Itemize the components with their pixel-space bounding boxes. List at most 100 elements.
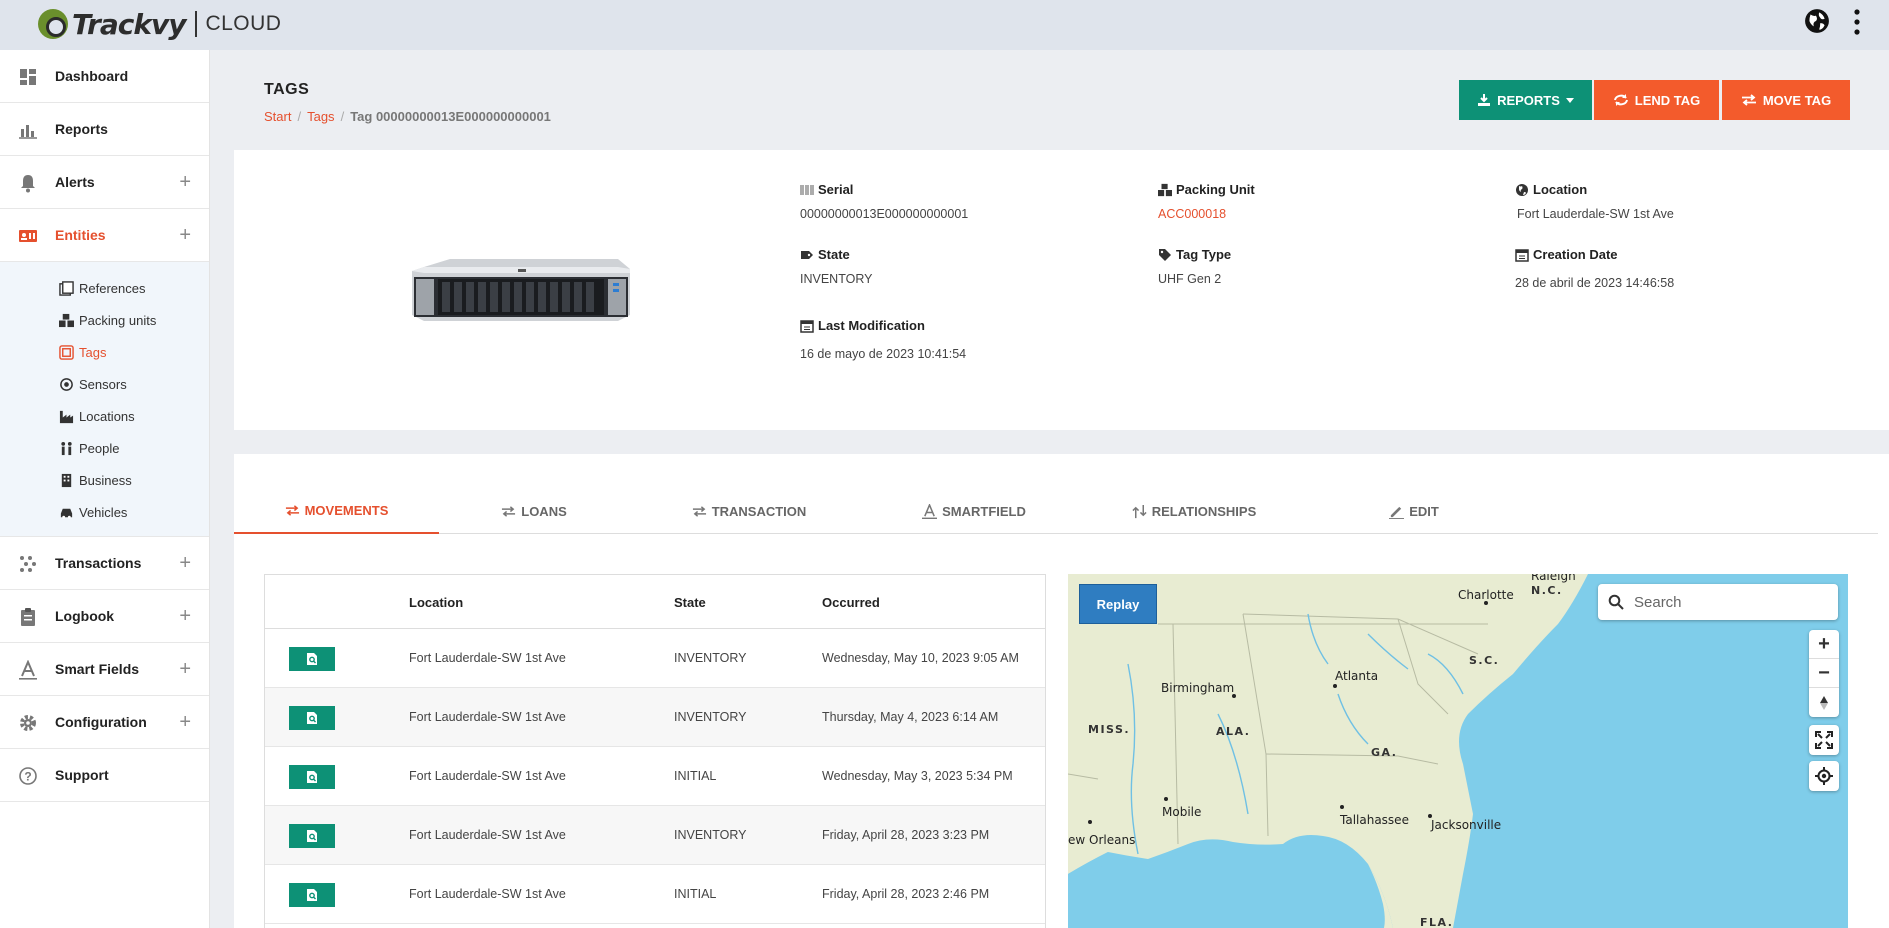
reports-button[interactable]: REPORTS	[1459, 80, 1592, 120]
sidebar-subitem-vehicles[interactable]: Vehicles	[0, 496, 209, 528]
view-details-button[interactable]	[289, 883, 335, 907]
cell-state: INITIAL	[674, 769, 717, 783]
tab-label: SMARTFIELD	[942, 503, 1026, 519]
sidebar-subitem-packing-units[interactable]: Packing units	[0, 304, 209, 336]
sidebar-item-reports[interactable]: Reports	[0, 103, 209, 156]
cell-location: Fort Lauderdale-SW 1st Ave	[409, 828, 566, 842]
bell-icon	[21, 175, 35, 193]
view-details-button[interactable]	[289, 706, 335, 730]
sidebar-subitem-locations[interactable]: Locations	[0, 400, 209, 432]
sidebar-subitem-business[interactable]: Business	[0, 464, 209, 496]
map-view[interactable]: Replay + − Raleigh Charlotte N.C. S.C. B…	[1068, 574, 1848, 928]
reset-bearing-button[interactable]	[1809, 688, 1839, 717]
column-header-location[interactable]: Location	[409, 595, 463, 610]
svg-text:?: ?	[24, 770, 31, 784]
movements-card: MOVEMENTS LOANS TRANSACTION SMARTFIELD R…	[234, 454, 1889, 928]
boxes-icon	[59, 313, 74, 328]
view-details-button[interactable]	[289, 824, 335, 848]
expand-icon[interactable]: +	[179, 551, 191, 575]
tag-icon	[59, 345, 74, 360]
location-field: Location Fort Lauderdale-SW 1st Ave	[1515, 182, 1674, 221]
map-search-box[interactable]	[1598, 584, 1838, 620]
sidebar-item-entities[interactable]: Entities +	[0, 209, 209, 262]
sidebar-item-transactions[interactable]: Transactions +	[0, 537, 209, 590]
tab-loans[interactable]: LOANS	[459, 488, 609, 534]
file-search-icon	[307, 889, 317, 901]
map-label-sc: S.C.	[1469, 654, 1500, 667]
app-logo[interactable]: Trackvy CLOUD	[38, 6, 281, 42]
kebab-menu-icon[interactable]	[1852, 8, 1862, 36]
bar-chart-icon	[19, 125, 37, 139]
tab-label: TRANSACTION	[711, 503, 807, 519]
column-header-state[interactable]: State	[674, 595, 706, 610]
column-header-occurred[interactable]: Occurred	[822, 595, 880, 610]
tag-icon	[801, 250, 813, 259]
expand-icon[interactable]: +	[179, 710, 191, 734]
sidebar-item-label: Alerts	[55, 174, 95, 190]
sidebar: Dashboard Reports Alerts + Entities + Re…	[0, 50, 210, 928]
sidebar-subitem-sensors[interactable]: Sensors	[0, 368, 209, 400]
swap-arrows-icon	[502, 505, 516, 517]
sidebar-item-smart-fields[interactable]: Smart Fields +	[0, 643, 209, 696]
serial-value: 00000000013E000000000001	[800, 207, 969, 221]
zoom-in-button[interactable]: +	[1809, 630, 1839, 659]
sidebar-item-alerts[interactable]: Alerts +	[0, 156, 209, 209]
breadcrumb-tags[interactable]: Tags	[307, 109, 334, 124]
sidebar-subitem-tags[interactable]: Tags	[0, 336, 209, 368]
smartfield-icon	[922, 503, 938, 519]
tab-edit[interactable]: EDIT	[1314, 488, 1514, 534]
tab-movements[interactable]: MOVEMENTS	[234, 488, 439, 534]
sidebar-subitem-people[interactable]: People	[0, 432, 209, 464]
state-field: State INVENTORY	[800, 247, 872, 286]
file-search-icon	[307, 771, 317, 783]
tab-transaction[interactable]: TRANSACTION	[649, 488, 849, 534]
fullscreen-button[interactable]	[1809, 725, 1839, 755]
map-label-nc: N.C.	[1531, 584, 1563, 597]
tag-type-value: UHF Gen 2	[1158, 272, 1222, 286]
map-label-tallahassee: Tallahassee	[1340, 813, 1409, 827]
map-base	[1068, 574, 1588, 928]
sidebar-item-logbook[interactable]: Logbook +	[0, 590, 209, 643]
gear-icon	[20, 715, 36, 731]
expand-icon[interactable]: +	[179, 657, 191, 681]
view-details-button[interactable]	[289, 647, 335, 671]
tab-label: MOVEMENTS	[304, 502, 389, 518]
expand-icon[interactable]: +	[179, 170, 191, 194]
tag-type-label: Tag Type	[1176, 247, 1232, 262]
map-search-input[interactable]	[1634, 593, 1814, 611]
sidebar-subitem-references[interactable]: References	[0, 272, 209, 304]
sidebar-item-support[interactable]: ? Support	[0, 749, 209, 802]
move-tag-button[interactable]: MOVE TAG	[1722, 80, 1850, 120]
logo-subtitle: CLOUD	[205, 12, 282, 35]
last-modification-label: Last Modification	[818, 318, 925, 333]
geolocate-button[interactable]	[1809, 761, 1839, 791]
breadcrumb-separator: /	[297, 109, 302, 124]
zoom-controls: + −	[1809, 630, 1839, 717]
state-label: State	[818, 247, 850, 262]
serial-label: Serial	[818, 182, 854, 197]
packing-unit-link[interactable]: ACC000018	[1158, 207, 1255, 221]
state-value: INVENTORY	[800, 272, 873, 286]
cell-state: INITIAL	[674, 887, 717, 901]
tab-relationships[interactable]: RELATIONSHIPS	[1084, 488, 1304, 534]
breadcrumb-start[interactable]: Start	[264, 109, 291, 124]
expand-icon[interactable]: +	[179, 223, 191, 247]
cell-location: Fort Lauderdale-SW 1st Ave	[409, 887, 566, 901]
barcode-icon	[800, 184, 814, 195]
tab-smartfield[interactable]: SMARTFIELD	[874, 488, 1074, 534]
serial-field: Serial 00000000013E000000000001	[800, 182, 968, 221]
lend-tag-button[interactable]: LEND TAG	[1594, 80, 1719, 120]
sidebar-subitem-label: Packing units	[79, 312, 157, 328]
car-icon	[60, 508, 73, 519]
sidebar-item-configuration[interactable]: Configuration +	[0, 696, 209, 749]
expand-icon[interactable]: +	[179, 604, 191, 628]
replay-button[interactable]: Replay	[1079, 584, 1157, 624]
sidebar-item-dashboard[interactable]: Dashboard	[0, 50, 209, 103]
cell-state: INVENTORY	[674, 710, 747, 724]
fullscreen-icon	[1815, 731, 1833, 749]
globe-icon[interactable]	[1804, 8, 1830, 34]
map-label-charlotte: Charlotte	[1458, 588, 1514, 602]
view-details-button[interactable]	[289, 765, 335, 789]
file-search-icon	[307, 830, 317, 842]
zoom-out-button[interactable]: −	[1809, 659, 1839, 688]
